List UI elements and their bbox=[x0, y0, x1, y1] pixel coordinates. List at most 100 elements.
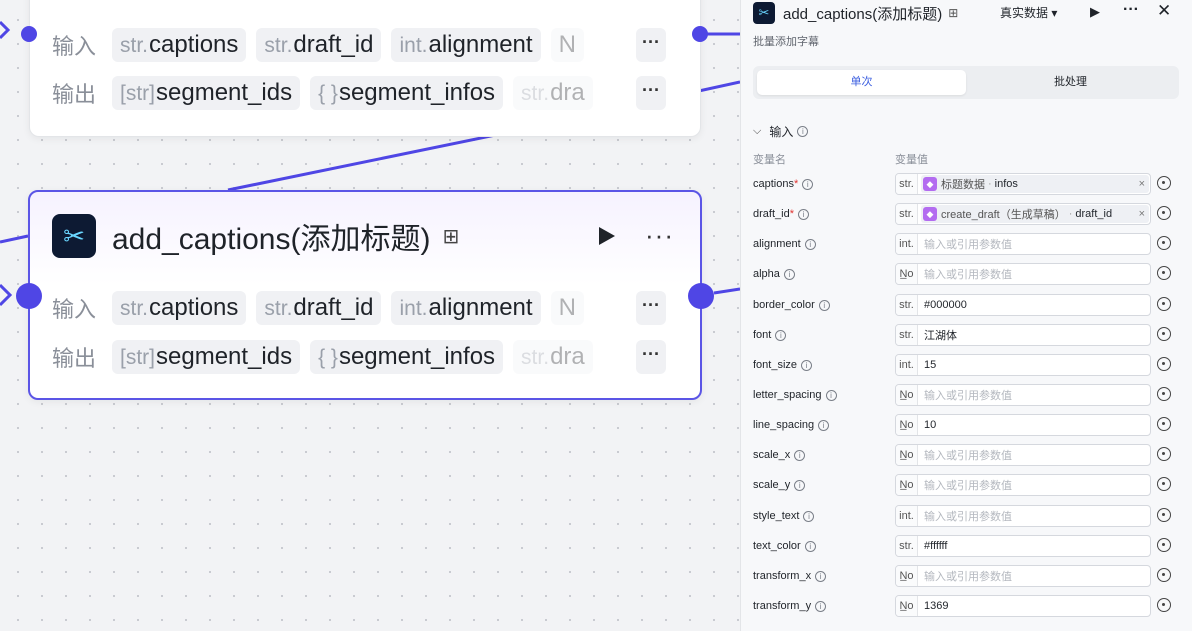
run-node-icon[interactable] bbox=[594, 224, 618, 248]
more-icon[interactable]: ··· bbox=[1123, 1, 1139, 19]
input-tag: str. captions bbox=[112, 28, 247, 62]
remove-ref-icon[interactable]: × bbox=[1139, 208, 1145, 220]
remove-ref-icon[interactable]: × bbox=[1139, 178, 1145, 190]
param-type-badge[interactable]: N̲o bbox=[896, 566, 918, 586]
param-value-input[interactable]: str. ◆ 标题数据 · infos × bbox=[895, 173, 1151, 195]
param-type-badge[interactable]: N̲o bbox=[896, 415, 918, 435]
param-name: font i bbox=[753, 329, 787, 341]
param-value-input[interactable]: N̲o 输入或引用参数值 bbox=[895, 565, 1151, 587]
param-type-badge[interactable]: N̲o bbox=[896, 445, 918, 465]
param-name: alpha i bbox=[753, 268, 795, 280]
param-type-badge[interactable]: N̲o bbox=[896, 475, 918, 495]
input-tag: str. draft_id bbox=[256, 28, 382, 62]
param-value-input[interactable]: int. 输入或引用参数值 bbox=[895, 233, 1151, 255]
variable-ref-icon[interactable] bbox=[1157, 447, 1171, 461]
node-top-input-port[interactable] bbox=[21, 26, 37, 42]
variable-ref-icon[interactable] bbox=[1157, 357, 1171, 371]
param-value-input[interactable]: N̲o 输入或引用参数值 bbox=[895, 474, 1151, 496]
param-value-input[interactable]: int. 15 bbox=[895, 354, 1151, 376]
info-icon: i bbox=[818, 419, 830, 431]
column-header-value: 变量值 bbox=[895, 154, 928, 166]
tab-batch[interactable]: 批处理 bbox=[966, 70, 1175, 95]
node-main-output-port[interactable] bbox=[688, 283, 714, 309]
param-row-text-color: text_color i str. #ffffff bbox=[753, 535, 1179, 559]
param-row-style-text: style_text i int. 输入或引用参数值 bbox=[753, 505, 1179, 529]
param-name: draft_id * i bbox=[753, 208, 809, 220]
variable-ref-icon[interactable] bbox=[1157, 206, 1171, 220]
param-row-transform-x: transform_x i N̲o 输入或引用参数值 bbox=[753, 565, 1179, 589]
outputs-more-button[interactable]: ··· bbox=[636, 340, 666, 374]
panel-description: 批量添加字幕 bbox=[753, 36, 819, 48]
param-type-badge[interactable]: str. bbox=[896, 204, 918, 224]
param-type-badge[interactable]: N̲o bbox=[896, 596, 918, 616]
param-value-input[interactable]: N̲o 输入或引用参数值 bbox=[895, 444, 1151, 466]
param-value-input[interactable]: int. 输入或引用参数值 bbox=[895, 505, 1151, 527]
node-card-top[interactable]: 输入 str. captions str. draft_id int. alignme… bbox=[29, 0, 701, 137]
param-row-alignment: alignment i int. 输入或引用参数值 bbox=[753, 233, 1179, 257]
required-marker: * bbox=[789, 208, 794, 220]
node-main-input-port[interactable] bbox=[16, 283, 42, 309]
param-row-captions: captions * i str. ◆ 标题数据 · infos × bbox=[753, 173, 1179, 197]
variable-ref-icon[interactable] bbox=[1157, 236, 1171, 250]
plugin-badge-icon: ⊞ bbox=[948, 6, 959, 20]
variable-ref-icon[interactable] bbox=[1157, 417, 1171, 431]
variable-ref-icon[interactable] bbox=[1157, 477, 1171, 491]
reference-chip[interactable]: ◆ create_draft（生成草稿） · draft_id × bbox=[921, 205, 1149, 223]
chevron-down-icon[interactable]: ⌵ bbox=[753, 125, 761, 138]
param-name: line_spacing i bbox=[753, 419, 830, 431]
variable-ref-icon[interactable] bbox=[1157, 327, 1171, 341]
param-name: scale_y i bbox=[753, 479, 806, 491]
variable-ref-icon[interactable] bbox=[1157, 538, 1171, 552]
output-tag: { } segment_infos bbox=[310, 340, 504, 374]
param-value-input[interactable]: str. ◆ create_draft（生成草稿） · draft_id × bbox=[895, 203, 1151, 225]
param-value-input[interactable]: N̲o 输入或引用参数值 bbox=[895, 263, 1151, 285]
workflow-canvas[interactable]: 输入 str. captions str. draft_id int. alignme… bbox=[0, 0, 740, 631]
param-type-badge[interactable]: int. bbox=[896, 234, 918, 254]
tab-single[interactable]: 单次 bbox=[757, 70, 966, 95]
data-source-select[interactable]: 真实数据 ▾ bbox=[1000, 4, 1057, 21]
output-tag: str. dra bbox=[513, 340, 593, 374]
input-section-header[interactable]: ⌵ 输入 i bbox=[753, 123, 809, 140]
input-tags: str. captions str. draft_id int. alignment … bbox=[112, 28, 594, 62]
param-value-input[interactable]: N̲o 10 bbox=[895, 414, 1151, 436]
param-value-input[interactable]: str. #ffffff bbox=[895, 535, 1151, 557]
variable-ref-icon[interactable] bbox=[1157, 176, 1171, 190]
param-type-badge[interactable]: int. bbox=[896, 355, 918, 375]
node-ref-icon: ◆ bbox=[923, 177, 937, 191]
info-icon: i bbox=[775, 329, 787, 341]
param-value-input[interactable]: str. #000000 bbox=[895, 294, 1151, 316]
param-type-badge[interactable]: int. bbox=[896, 506, 918, 526]
close-icon[interactable]: ✕ bbox=[1157, 1, 1171, 21]
variable-ref-icon[interactable] bbox=[1157, 297, 1171, 311]
variable-ref-icon[interactable] bbox=[1157, 568, 1171, 582]
info-icon: i bbox=[794, 449, 806, 461]
param-value-input[interactable]: N̲o 输入或引用参数值 bbox=[895, 384, 1151, 406]
node-card-add-captions[interactable]: ✂ add_captions(添加标题) ⊞ ··· 输入 str. captio… bbox=[28, 190, 702, 400]
play-icon[interactable]: ▶ bbox=[1090, 4, 1100, 20]
panel-header: ✂ add_captions(添加标题) ⊞ bbox=[753, 0, 1181, 26]
outputs-more-button[interactable]: ··· bbox=[636, 76, 666, 110]
param-type-badge[interactable]: str. bbox=[896, 325, 918, 345]
param-type-badge[interactable]: N̲o bbox=[896, 264, 918, 284]
variable-ref-icon[interactable] bbox=[1157, 266, 1171, 280]
param-type-badge[interactable]: str. bbox=[896, 295, 918, 315]
inputs-more-button[interactable]: ··· bbox=[636, 28, 666, 62]
variable-ref-icon[interactable] bbox=[1157, 508, 1171, 522]
node-top-output-port[interactable] bbox=[692, 26, 708, 42]
param-value-input[interactable]: N̲o 1369 bbox=[895, 595, 1151, 617]
node-more-button[interactable]: ··· bbox=[645, 222, 674, 248]
param-name: transform_y i bbox=[753, 600, 827, 612]
input-tag: str. captions bbox=[112, 291, 247, 325]
param-type-badge[interactable]: N̲o bbox=[896, 385, 918, 405]
node-main-input-row: 输入 str. captions str. draft_id int. alignme… bbox=[52, 290, 594, 326]
info-icon: i bbox=[794, 479, 806, 491]
variable-ref-icon[interactable] bbox=[1157, 598, 1171, 612]
param-value-input[interactable]: str. 江湖体 bbox=[895, 324, 1151, 346]
param-name: text_color i bbox=[753, 540, 816, 552]
param-type-badge[interactable]: str. bbox=[896, 536, 918, 556]
inputs-more-button[interactable]: ··· bbox=[636, 291, 666, 325]
param-type-badge[interactable]: str. bbox=[896, 174, 918, 194]
output-tag: str. dra bbox=[513, 76, 593, 110]
variable-ref-icon[interactable] bbox=[1157, 387, 1171, 401]
reference-chip[interactable]: ◆ 标题数据 · infos × bbox=[921, 175, 1149, 193]
